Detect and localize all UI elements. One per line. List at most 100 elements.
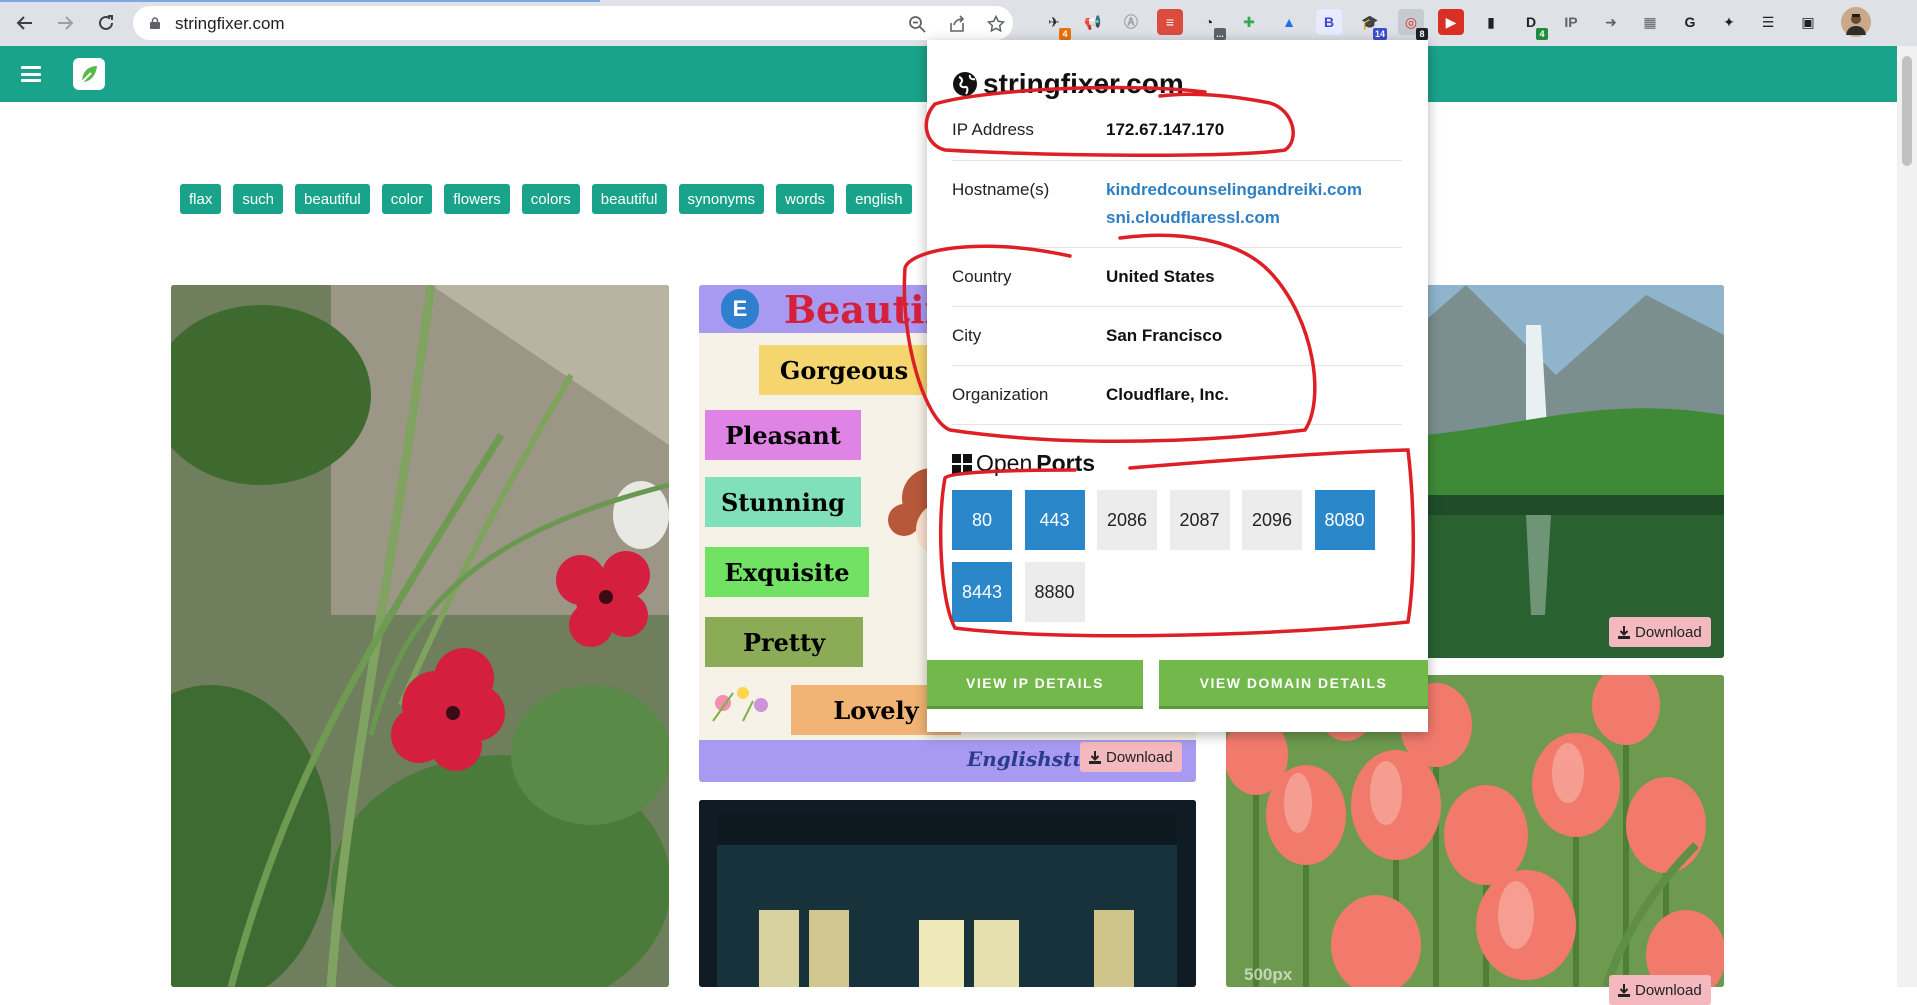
page-load-progress bbox=[0, 0, 600, 2]
view-domain-details-button[interactable]: VIEW DOMAIN DETAILS bbox=[1159, 660, 1428, 706]
d-extension-icon[interactable]: D4 bbox=[1518, 9, 1548, 40]
shield-red-icon[interactable]: ▶ bbox=[1438, 9, 1464, 35]
vocab-word: Pleasant bbox=[705, 410, 861, 460]
synonyms-title: Beautif bbox=[784, 287, 941, 332]
organization-value: Cloudflare, Inc. bbox=[1106, 385, 1229, 404]
back-button[interactable] bbox=[10, 8, 40, 38]
reload-icon bbox=[99, 15, 113, 30]
download-label: Download bbox=[1635, 623, 1702, 641]
url-text: stringfixer.com bbox=[175, 14, 285, 33]
tag-chip[interactable]: flowers bbox=[444, 184, 510, 214]
popup-title: stringfixer.com bbox=[952, 68, 1184, 100]
vocab-word: Gorgeous bbox=[759, 345, 929, 395]
extension-badge: ... bbox=[1214, 28, 1226, 40]
divider bbox=[952, 160, 1402, 161]
ip-tracker-icon[interactable]: ◎ 8 bbox=[1398, 9, 1428, 40]
watermark: 500px bbox=[1244, 965, 1293, 984]
vocab-word: Exquisite bbox=[705, 547, 869, 597]
extension-badge: 8 bbox=[1416, 28, 1428, 40]
port-2087[interactable]: 2087 bbox=[1169, 490, 1230, 550]
tag-chip[interactable]: flax bbox=[180, 184, 222, 214]
view-ip-details-button[interactable]: VIEW IP DETAILS bbox=[927, 660, 1143, 706]
extension-bird-icon[interactable]: ✈ 4 bbox=[1041, 9, 1071, 40]
site-logo[interactable] bbox=[73, 58, 105, 90]
forward-arrow-icon bbox=[58, 16, 74, 30]
download-button[interactable]: Download bbox=[1080, 742, 1182, 772]
vocab-word: Stunning bbox=[705, 477, 861, 527]
tag-chip[interactable]: colors bbox=[521, 184, 580, 214]
hostname-link[interactable]: kindredcounselingandreiki.com bbox=[1106, 180, 1362, 200]
port-2096[interactable]: 2096 bbox=[1242, 490, 1302, 550]
forward-button[interactable] bbox=[50, 8, 80, 38]
tag-chip[interactable]: synonyms bbox=[678, 184, 765, 214]
ip-info-popup: stringfixer.com IP Address 172.67.147.17… bbox=[927, 40, 1428, 732]
popup-domain: stringfixer.com bbox=[983, 68, 1184, 99]
megaphone-icon[interactable]: 📢 bbox=[1080, 9, 1106, 35]
organization-label: Organization bbox=[952, 385, 1049, 404]
tag-chip[interactable]: beautiful bbox=[295, 184, 370, 214]
city-label: City bbox=[952, 326, 982, 345]
ip-address-value[interactable]: 172.67.147.170 bbox=[1106, 120, 1224, 140]
graduation-cap-icon[interactable]: 🎓 14 bbox=[1357, 9, 1387, 40]
profile-avatar[interactable] bbox=[1841, 7, 1871, 37]
bootstrap-icon[interactable]: B bbox=[1316, 9, 1342, 35]
reload-button[interactable] bbox=[91, 8, 121, 38]
port-8880[interactable]: 8880 bbox=[1024, 562, 1085, 622]
room-window-image bbox=[699, 800, 1196, 987]
divider bbox=[952, 247, 1402, 248]
extension-badge: 4 bbox=[1059, 28, 1071, 40]
ip-text-icon[interactable]: IP bbox=[1558, 9, 1584, 35]
divider bbox=[952, 424, 1402, 425]
image-card-flax[interactable] bbox=[171, 285, 669, 987]
reader-icon[interactable]: ▮ bbox=[1478, 9, 1504, 35]
port-443[interactable]: 443 bbox=[1024, 490, 1085, 550]
scrollbar-thumb[interactable] bbox=[1902, 56, 1912, 166]
plus-extension-icon[interactable]: ✚ bbox=[1236, 9, 1262, 35]
port-8443[interactable]: 8443 bbox=[952, 562, 1012, 622]
media-queue-icon[interactable]: ☰ bbox=[1755, 9, 1781, 35]
englishstudy-logo-icon: E bbox=[721, 289, 759, 329]
city-value: San Francisco bbox=[1106, 326, 1223, 345]
page-scrollbar[interactable] bbox=[1897, 46, 1917, 987]
speedometer-icon[interactable]: ◔... bbox=[1196, 9, 1226, 40]
acrobat-icon[interactable]: Ⓐ bbox=[1118, 9, 1144, 35]
back-arrow-icon bbox=[16, 16, 32, 30]
tag-chip[interactable]: words bbox=[776, 184, 835, 214]
hamburger-menu-icon[interactable] bbox=[21, 66, 41, 82]
port-2086[interactable]: 2086 bbox=[1097, 490, 1157, 550]
vocab-word: Pretty bbox=[705, 617, 863, 667]
windows-grid-icon bbox=[952, 453, 972, 474]
lock-icon bbox=[150, 17, 160, 29]
hostname-label: Hostname(s) bbox=[952, 180, 1050, 199]
puzzle-icon[interactable]: ✦ bbox=[1716, 9, 1742, 35]
download-button[interactable]: Download bbox=[1609, 975, 1711, 1005]
tag-chip[interactable]: beautiful bbox=[591, 184, 667, 214]
port-80[interactable]: 80 bbox=[952, 490, 1012, 550]
google-drive-icon[interactable]: ▲ bbox=[1276, 9, 1302, 35]
hostname-link[interactable]: sni.cloudflaressl.com bbox=[1106, 208, 1280, 228]
grid-extension-icon[interactable]: ▦ bbox=[1637, 9, 1663, 35]
ports-title-bold: Ports bbox=[1036, 450, 1096, 476]
englishstudy-brand: Englishstu bbox=[967, 747, 1087, 771]
tag-chip[interactable]: color bbox=[381, 184, 433, 214]
grammarly-icon[interactable]: G bbox=[1677, 9, 1703, 35]
country-value: United States bbox=[1106, 267, 1215, 286]
address-bar[interactable]: stringfixer.com bbox=[133, 6, 1013, 40]
extension-badge: 4 bbox=[1536, 28, 1548, 40]
tag-chip[interactable]: english bbox=[846, 184, 912, 214]
download-label: Download bbox=[1106, 748, 1173, 766]
share-icon[interactable] bbox=[946, 13, 968, 35]
arrow-extension-icon[interactable]: ➜ bbox=[1598, 9, 1624, 35]
port-8080[interactable]: 8080 bbox=[1314, 490, 1375, 550]
ip-address-label-text: IP Address bbox=[952, 120, 1034, 139]
tag-list: flax such beautiful color flowers colors beaut… bbox=[180, 184, 912, 214]
sidepanel-icon[interactable]: ▣ bbox=[1795, 9, 1821, 35]
download-button[interactable]: Download bbox=[1609, 617, 1711, 647]
tag-chip[interactable]: such bbox=[233, 184, 284, 214]
todoist-icon[interactable]: ≡ bbox=[1157, 9, 1183, 35]
zoom-icon[interactable] bbox=[906, 13, 928, 35]
image-card-room[interactable] bbox=[699, 800, 1196, 987]
download-icon bbox=[1089, 750, 1101, 764]
bookmark-star-icon[interactable] bbox=[985, 13, 1007, 35]
flax-flower-image bbox=[171, 285, 669, 987]
